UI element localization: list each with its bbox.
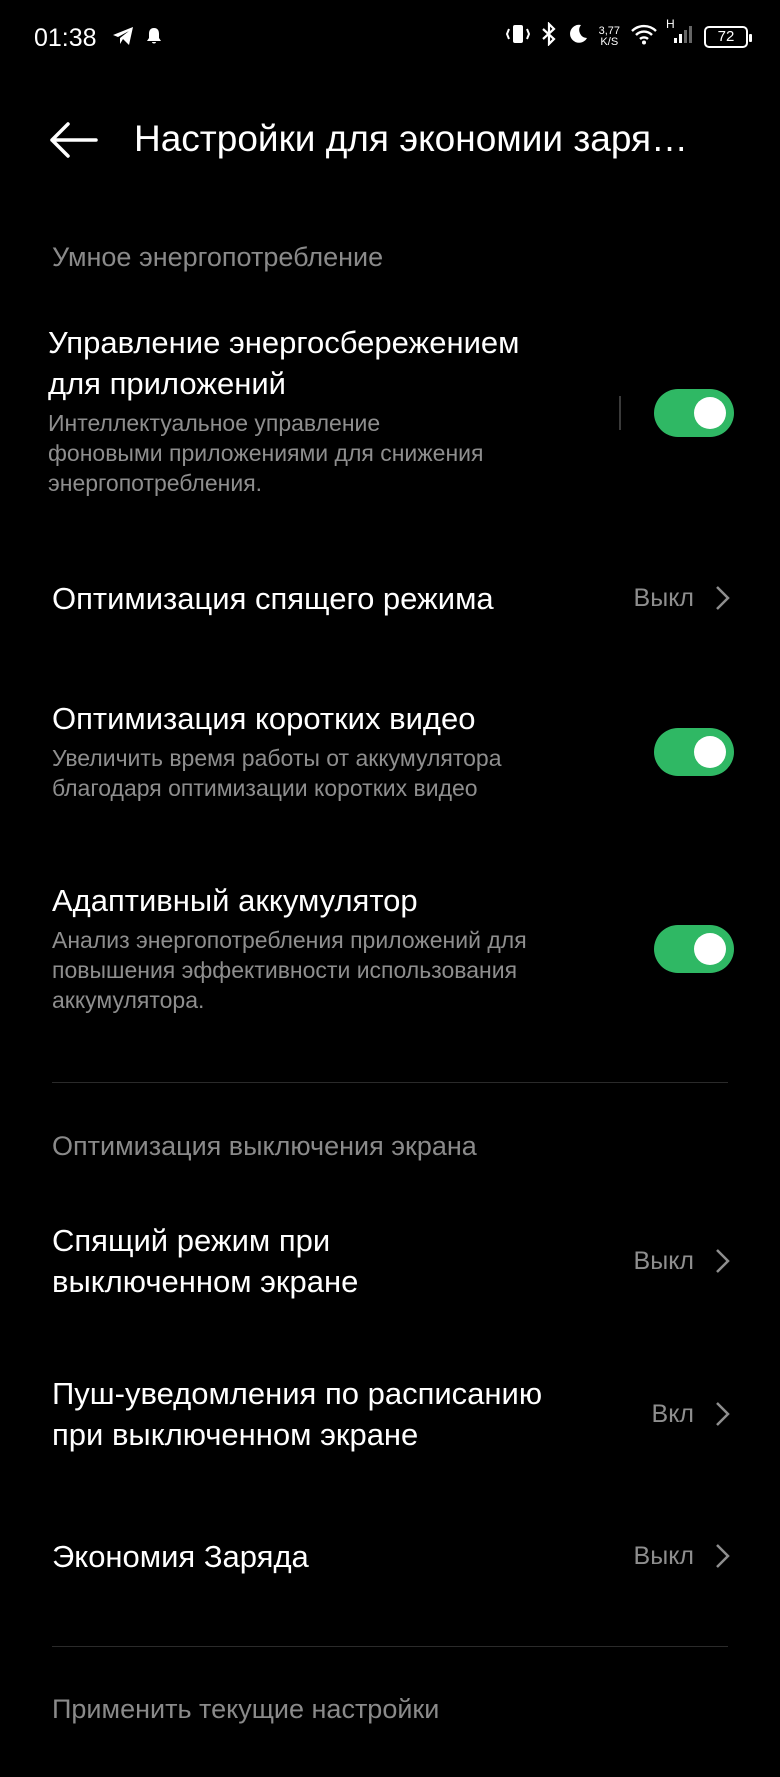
setting-title: Спящий режим при выключенном экране: [52, 1223, 359, 1299]
vibrate-icon: [505, 23, 531, 50]
wifi-icon: [630, 23, 658, 50]
divider-vertical: [619, 396, 621, 430]
toggle-adaptive-battery[interactable]: [654, 925, 734, 973]
battery-indicator: 72: [704, 25, 752, 48]
setting-description: Увеличить время работы от аккумулятора б…: [52, 745, 502, 801]
cellular-signal-icon: H: [666, 17, 694, 50]
setting-description: Интеллектуальное управление фоновыми при…: [48, 410, 484, 496]
setting-title: Адаптивный аккумулятор: [52, 883, 418, 918]
toggle-app-power-management[interactable]: [654, 389, 734, 437]
setting-value: Выкл: [633, 1247, 694, 1275]
setting-push-schedule[interactable]: Пуш-уведомления по расписанию при выключ…: [52, 1373, 612, 1455]
setting-title: Управление энергосбережением для приложе…: [48, 325, 520, 401]
chevron-right-icon: [716, 1544, 730, 1568]
toggle-short-video[interactable]: [654, 728, 734, 776]
toggle-knob: [694, 933, 726, 965]
setting-short-video[interactable]: Оптимизация коротких видео Увеличить вре…: [52, 698, 612, 803]
section-header-smart: Умное энергопотребление: [52, 242, 384, 272]
bell-icon: [146, 27, 162, 50]
setting-value: Вкл: [651, 1400, 694, 1428]
setting-sleep-optimization[interactable]: Оптимизация спящего режима: [52, 578, 572, 619]
setting-value: Выкл: [633, 1542, 694, 1570]
toggle-knob: [694, 736, 726, 768]
status-time: 01:38: [34, 24, 97, 52]
section-header-apply: Применить текущие настройки: [52, 1694, 440, 1724]
status-bar: 01:38 3,77 K/S H 72: [0, 0, 780, 80]
chevron-right-icon: [716, 586, 730, 610]
setting-sleep-screen-off[interactable]: Спящий режим при выключенном экране: [52, 1220, 572, 1302]
toggle-knob: [694, 397, 726, 429]
telegram-icon: [112, 26, 134, 51]
setting-title: Оптимизация спящего режима: [52, 581, 494, 616]
page-title: Настройки для экономии заря…: [134, 118, 689, 159]
back-button[interactable]: [46, 118, 100, 162]
setting-title: Пуш-уведомления по расписанию при выключ…: [52, 1376, 543, 1452]
net-speed: 3,77 K/S: [598, 24, 620, 48]
section-header-screen-off: Оптимизация выключения экрана: [52, 1131, 477, 1161]
setting-title: Оптимизация коротких видео: [52, 701, 476, 736]
moon-icon: [567, 23, 589, 50]
setting-power-saving[interactable]: Экономия Заряда: [52, 1536, 572, 1577]
setting-value: Выкл: [633, 584, 694, 612]
setting-title: Экономия Заряда: [52, 1539, 309, 1574]
setting-description: Анализ энергопотребления приложений для …: [52, 927, 527, 1013]
divider: [52, 1646, 728, 1647]
arrow-left-icon: [50, 122, 98, 158]
chevron-right-icon: [716, 1249, 730, 1273]
bluetooth-icon: [541, 21, 557, 51]
setting-app-power-management[interactable]: Управление энергосбережением для приложе…: [48, 322, 608, 498]
setting-adaptive-battery[interactable]: Адаптивный аккумулятор Анализ энергопотр…: [52, 880, 612, 1015]
app-header: Настройки для экономии заря…: [0, 100, 780, 180]
chevron-right-icon: [716, 1402, 730, 1426]
divider: [52, 1082, 728, 1083]
